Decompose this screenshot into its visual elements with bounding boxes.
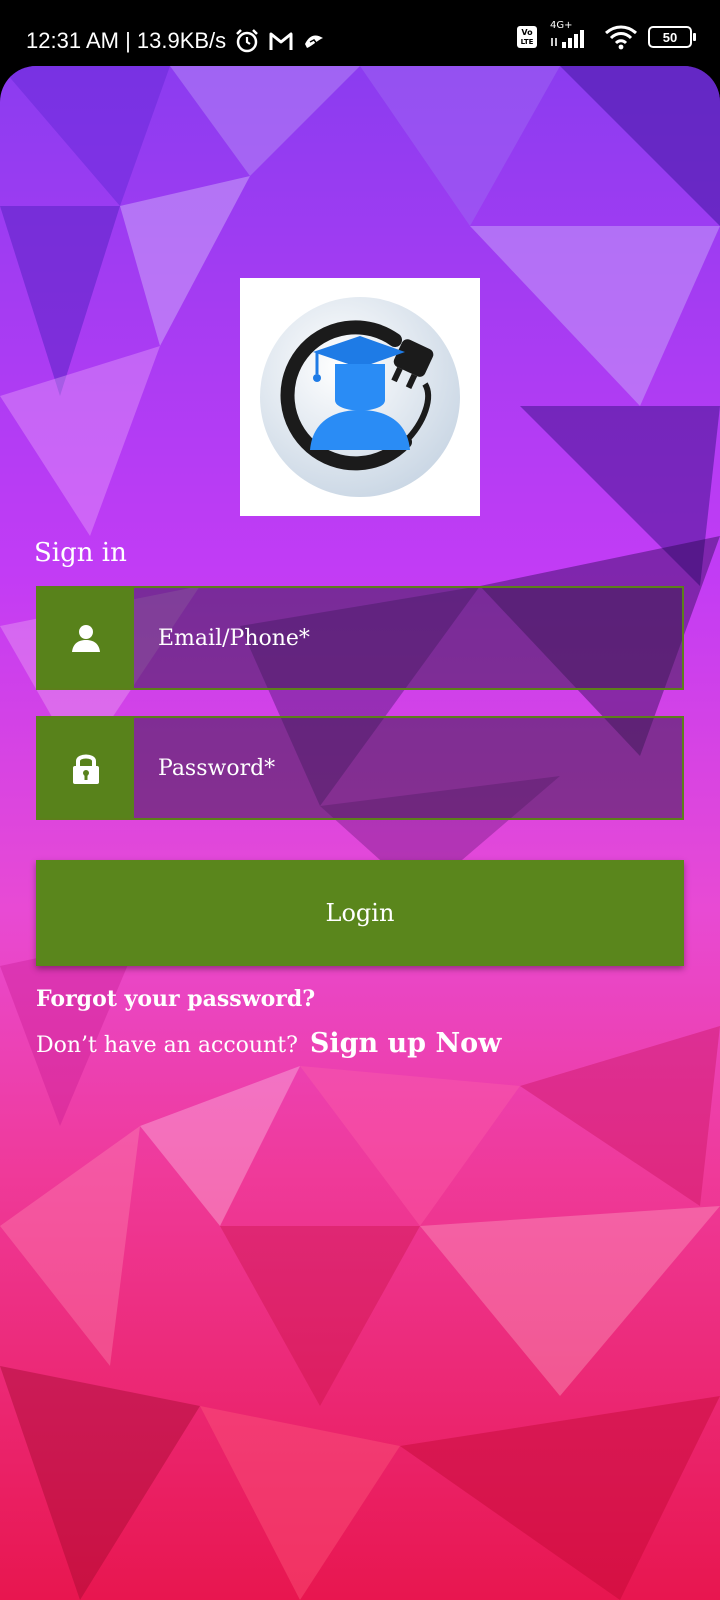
signup-row: Don’t have an account? Sign up Now <box>36 1028 501 1059</box>
status-time-speed: 12:31 AM | 13.9KB/s <box>26 28 227 53</box>
password-input[interactable] <box>134 718 682 818</box>
svg-text:LTE: LTE <box>521 38 534 46</box>
app-logo <box>240 278 480 516</box>
email-input[interactable] <box>134 588 682 688</box>
graduate-plug-logo-icon <box>260 297 460 497</box>
signup-link[interactable]: Sign up Now <box>310 1028 502 1059</box>
user-icon <box>72 625 100 652</box>
gmail-icon <box>269 32 293 50</box>
login-screen: Sign in Login Forgot your password? Don’… <box>0 66 720 1600</box>
status-left: 12:31 AM | 13.9KB/s <box>26 28 326 54</box>
password-icon-box <box>38 718 134 818</box>
password-field <box>36 716 684 820</box>
login-button[interactable]: Login <box>36 860 684 966</box>
battery-level: 50 <box>662 29 678 45</box>
email-icon-box <box>38 588 134 688</box>
signal-group: 4G+ <box>548 20 594 50</box>
app-notification-icon <box>305 35 324 48</box>
signin-heading: Sign in <box>34 538 127 568</box>
lock-icon <box>73 754 99 784</box>
no-account-text: Don’t have an account? <box>36 1033 298 1058</box>
volte-icon: Vo LTE <box>517 26 537 48</box>
battery-icon: 50 <box>648 26 696 48</box>
alarm-icon <box>236 29 259 53</box>
forgot-password-link[interactable]: Forgot your password? <box>36 986 315 1012</box>
battery-tip <box>693 33 696 41</box>
email-field <box>36 586 684 690</box>
status-right: Vo LTE 4G+ 50 <box>516 20 696 50</box>
signal-icon <box>551 30 584 48</box>
wifi-icon <box>605 25 637 50</box>
svg-text:Vo: Vo <box>521 28 533 37</box>
